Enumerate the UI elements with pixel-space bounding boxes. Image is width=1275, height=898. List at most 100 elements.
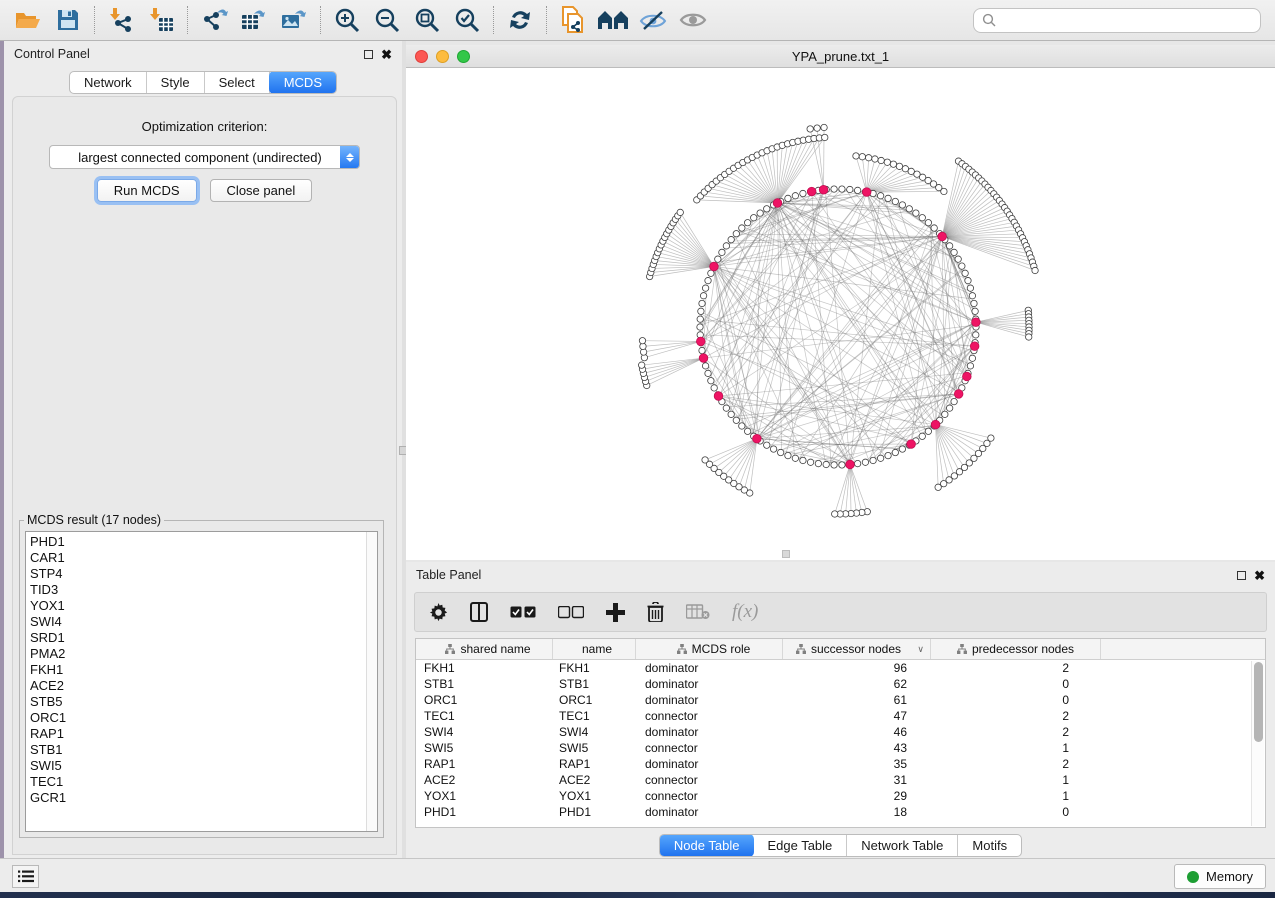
- result-node[interactable]: STB1: [30, 742, 377, 758]
- zoom-out-button[interactable]: [367, 3, 407, 37]
- cell-predecessors[interactable]: 1: [931, 772, 1101, 788]
- tab-mcds[interactable]: MCDS: [269, 71, 337, 94]
- table-scrollbar-thumb[interactable]: [1254, 662, 1263, 742]
- cell-shared-name[interactable]: PHD1: [416, 804, 553, 820]
- result-node[interactable]: TID3: [30, 582, 377, 598]
- table-row[interactable]: FKH1FKH1dominator962: [416, 660, 1265, 676]
- export-table-button[interactable]: [234, 3, 274, 37]
- search-field[interactable]: [973, 8, 1261, 33]
- cell-successors[interactable]: 35: [783, 756, 931, 772]
- close-panel-button[interactable]: Close panel: [210, 179, 313, 202]
- cell-successors[interactable]: 96: [783, 660, 931, 676]
- cell-predecessors[interactable]: 0: [931, 692, 1101, 708]
- save-session-button[interactable]: [48, 3, 88, 37]
- network-graph[interactable]: [406, 68, 1275, 560]
- cell-predecessors[interactable]: 1: [931, 788, 1101, 804]
- mcds-result-list[interactable]: PHD1 CAR1 STP4 TID3 YOX1 SWI4 SRD1 PMA2 …: [25, 531, 378, 832]
- cell-mcds-role[interactable]: connector: [636, 708, 783, 724]
- cell-name[interactable]: FKH1: [553, 660, 636, 676]
- cell-name[interactable]: YOX1: [553, 788, 636, 804]
- table-row[interactable]: SWI5SWI5connector431: [416, 740, 1265, 756]
- cell-name[interactable]: RAP1: [553, 756, 636, 772]
- open-file-button[interactable]: [8, 3, 48, 37]
- result-node[interactable]: TEC1: [30, 774, 377, 790]
- table-row[interactable]: RAP1RAP1dominator352: [416, 756, 1265, 772]
- cell-mcds-role[interactable]: dominator: [636, 660, 783, 676]
- cell-predecessors[interactable]: 0: [931, 676, 1101, 692]
- add-column-button[interactable]: [606, 603, 625, 622]
- result-node[interactable]: PHD1: [30, 534, 377, 550]
- cell-successors[interactable]: 47: [783, 708, 931, 724]
- result-node[interactable]: GCR1: [30, 790, 377, 806]
- deselect-all-button[interactable]: [558, 606, 584, 619]
- cell-mcds-role[interactable]: dominator: [636, 756, 783, 772]
- column-header-predecessor-nodes[interactable]: predecessor nodes: [931, 639, 1101, 659]
- cell-shared-name[interactable]: YOX1: [416, 788, 553, 804]
- column-header-shared-name[interactable]: shared name: [416, 639, 553, 659]
- result-node[interactable]: SWI4: [30, 614, 377, 630]
- run-mcds-button[interactable]: Run MCDS: [97, 179, 197, 202]
- tab-network[interactable]: Network: [70, 72, 147, 93]
- table-row[interactable]: SWI4SWI4dominator462: [416, 724, 1265, 740]
- table-row[interactable]: ACE2ACE2connector311: [416, 772, 1265, 788]
- tab-select[interactable]: Select: [205, 72, 270, 93]
- import-table-button[interactable]: [141, 3, 181, 37]
- table-row[interactable]: TEC1TEC1connector472: [416, 708, 1265, 724]
- column-header-name[interactable]: name: [553, 639, 636, 659]
- float-panel-icon[interactable]: [364, 50, 373, 59]
- tab-style[interactable]: Style: [147, 72, 205, 93]
- cell-mcds-role[interactable]: connector: [636, 740, 783, 756]
- sort-chevron-icon[interactable]: ∨: [917, 644, 924, 655]
- search-input[interactable]: [1002, 13, 1252, 27]
- first-neighbors-button[interactable]: [593, 3, 633, 37]
- cell-mcds-role[interactable]: connector: [636, 772, 783, 788]
- column-header-mcds-role[interactable]: MCDS role: [636, 639, 783, 659]
- cell-shared-name[interactable]: ACE2: [416, 772, 553, 788]
- cell-successors[interactable]: 46: [783, 724, 931, 740]
- tab-network-table[interactable]: Network Table: [847, 835, 958, 856]
- zoom-in-button[interactable]: [327, 3, 367, 37]
- cell-name[interactable]: PHD1: [553, 804, 636, 820]
- result-node[interactable]: ACE2: [30, 678, 377, 694]
- show-columns-button[interactable]: [470, 602, 488, 622]
- cell-predecessors[interactable]: 2: [931, 660, 1101, 676]
- cell-mcds-role[interactable]: dominator: [636, 692, 783, 708]
- cell-mcds-role[interactable]: dominator: [636, 676, 783, 692]
- close-table-panel-icon[interactable]: ✖: [1254, 571, 1265, 580]
- cell-successors[interactable]: 43: [783, 740, 931, 756]
- cell-name[interactable]: SWI5: [553, 740, 636, 756]
- result-node[interactable]: YOX1: [30, 598, 377, 614]
- cell-shared-name[interactable]: STB1: [416, 676, 553, 692]
- cell-shared-name[interactable]: RAP1: [416, 756, 553, 772]
- result-node[interactable]: FKH1: [30, 662, 377, 678]
- table-row[interactable]: YOX1YOX1connector291: [416, 788, 1265, 804]
- cell-successors[interactable]: 61: [783, 692, 931, 708]
- cell-mcds-role[interactable]: dominator: [636, 804, 783, 820]
- export-image-button[interactable]: [274, 3, 314, 37]
- cell-predecessors[interactable]: 1: [931, 740, 1101, 756]
- cell-name[interactable]: STB1: [553, 676, 636, 692]
- network-window-titlebar[interactable]: YPA_prune.txt_1: [406, 45, 1275, 68]
- task-history-button[interactable]: [12, 865, 39, 888]
- copy-network-button[interactable]: [553, 3, 593, 37]
- show-all-button[interactable]: [673, 3, 713, 37]
- cell-successors[interactable]: 62: [783, 676, 931, 692]
- cell-mcds-role[interactable]: dominator: [636, 724, 783, 740]
- zoom-selected-button[interactable]: [447, 3, 487, 37]
- cell-predecessors[interactable]: 2: [931, 724, 1101, 740]
- cell-predecessors[interactable]: 2: [931, 756, 1101, 772]
- cell-name[interactable]: TEC1: [553, 708, 636, 724]
- select-all-button[interactable]: [510, 606, 536, 619]
- tab-edge-table[interactable]: Edge Table: [753, 835, 847, 856]
- zoom-fit-button[interactable]: [407, 3, 447, 37]
- result-node[interactable]: ORC1: [30, 710, 377, 726]
- cell-successors[interactable]: 31: [783, 772, 931, 788]
- cell-shared-name[interactable]: SWI5: [416, 740, 553, 756]
- result-node[interactable]: STP4: [30, 566, 377, 582]
- tab-motifs[interactable]: Motifs: [958, 835, 1021, 856]
- table-row[interactable]: STB1STB1dominator620: [416, 676, 1265, 692]
- cell-shared-name[interactable]: ORC1: [416, 692, 553, 708]
- memory-button[interactable]: Memory: [1174, 864, 1266, 889]
- refresh-button[interactable]: [500, 3, 540, 37]
- cell-name[interactable]: ACE2: [553, 772, 636, 788]
